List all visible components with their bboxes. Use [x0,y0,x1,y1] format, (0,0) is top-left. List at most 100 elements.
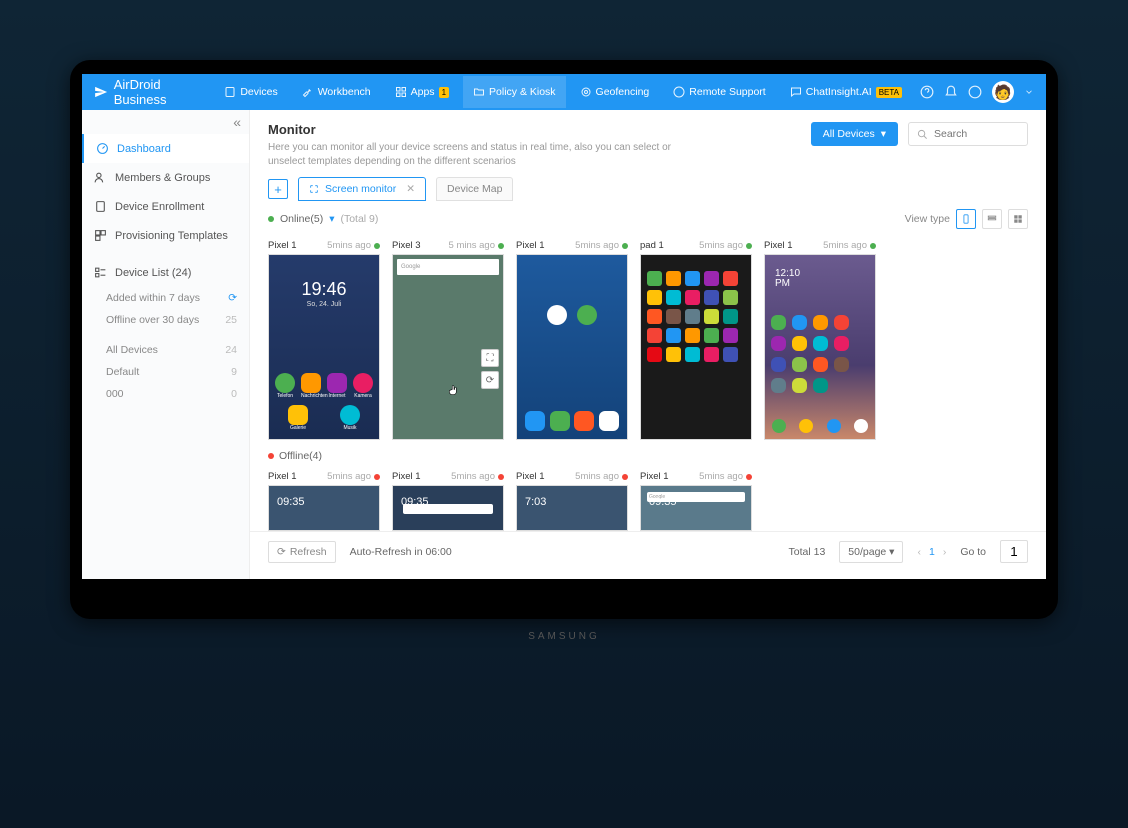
footer-bar: ⟳Refresh Auto-Refresh in 06:00 Total 13 … [250,531,1046,571]
online-dropdown[interactable]: ▾ [329,213,334,225]
sidebar-members[interactable]: Members & Groups [82,163,249,192]
target-icon [580,86,592,98]
next-page-button[interactable]: › [943,546,947,558]
sidebar-device-list[interactable]: Device List (24) [82,258,249,287]
offline-device-grid: Pixel 15mins ago Pixel 15mins ago Pixel … [250,468,1046,531]
online-status-dot [268,216,274,222]
nav-remote-support[interactable]: Remote Support [663,76,775,108]
device-screen[interactable]: Google [640,485,752,531]
collapse-sidebar[interactable]: « [82,110,249,134]
device-screen[interactable] [268,485,380,531]
tab-screen-monitor[interactable]: Screen monitor✕ [298,177,426,201]
device-card[interactable]: Pixel 15mins ago [764,237,876,440]
nav-devices[interactable]: Devices [214,76,287,108]
status-dot [870,243,876,249]
refresh-device-button[interactable]: ⟳ [481,371,499,389]
fullscreen-button[interactable]: ⛶ [481,349,499,367]
device-screen[interactable]: Google ⛶ ⟳ [392,254,504,440]
search-field[interactable] [934,128,1014,140]
user-avatar[interactable]: 🧑 [992,81,1014,103]
device-card[interactable]: Pixel 35 mins ago Google ⛶ ⟳ [392,237,504,440]
device-screen[interactable] [640,254,752,440]
templates-icon [94,229,107,242]
view-grid-button[interactable] [1008,209,1028,229]
device-card[interactable]: Pixel 15mins ago Google [640,468,752,531]
info-icon[interactable] [968,85,982,99]
apps-badge: 1 [439,87,449,98]
expand-icon [309,184,319,194]
offline-status-dot [268,453,274,459]
refresh-icon[interactable]: ⟳ [228,292,237,304]
status-dot [622,474,628,480]
cursor-hand-icon [447,383,461,397]
help-icon[interactable] [920,85,934,99]
view-list-button[interactable] [982,209,1002,229]
list-icon [94,266,107,279]
nav-workbench[interactable]: Workbench [292,76,381,108]
page-description: Here you can monitor all your device scr… [268,141,708,169]
folder-icon [473,86,485,98]
device-card[interactable]: Pixel 15mins ago Telefon Nachrichten Int… [268,237,380,440]
sidebar-dashboard[interactable]: Dashboard [82,134,249,163]
goto-label: Go to [960,546,986,558]
status-dot [374,243,380,249]
sidebar-000[interactable]: 0000 [82,383,249,405]
sidebar-all-devices[interactable]: All Devices24 [82,339,249,361]
device-screen[interactable] [392,485,504,531]
nav-policy-kiosk[interactable]: Policy & Kiosk [463,76,566,108]
goto-input[interactable] [1000,540,1028,563]
device-card[interactable]: Pixel 15mins ago [392,468,504,531]
refresh-button[interactable]: ⟳Refresh [268,541,336,563]
device-card[interactable]: Pixel 15mins ago [516,237,628,440]
device-screen[interactable]: Telefon Nachrichten Internet Kamera Gale… [268,254,380,440]
device-screen[interactable] [516,254,628,440]
sidebar-default[interactable]: Default9 [82,361,249,383]
status-dot [498,474,504,480]
search-icon [917,129,928,140]
total-label: Total 13 [789,546,826,558]
top-navbar: AirDroid Business Devices Workbench Apps… [82,74,1046,110]
nav-chatinsight[interactable]: ChatInsight.AIBETA [780,76,912,108]
chevron-down-icon: ▾ [881,128,886,140]
nav-apps[interactable]: Apps1 [385,76,459,108]
device-card[interactable]: Pixel 15mins ago [516,468,628,531]
tab-device-map[interactable]: Device Map [436,177,513,201]
prev-page-button[interactable]: ‹ [917,546,921,558]
main-content: Monitor Here you can monitor all your de… [250,110,1046,579]
chevron-down-icon[interactable] [1024,85,1034,99]
view-type-label: View type [905,213,950,225]
devices-icon [224,86,236,98]
enrollment-icon [94,200,107,213]
status-dot [374,474,380,480]
add-tab-button[interactable]: + [268,179,288,199]
current-page[interactable]: 1 [929,546,935,558]
nav-geofencing[interactable]: Geofencing [570,76,660,108]
monitor-brand-label: SAMSUNG [528,631,600,642]
page-size-select[interactable]: 50/page ▾ [839,541,903,563]
beta-badge: BETA [876,87,902,98]
online-device-grid: Pixel 15mins ago Telefon Nachrichten Int… [250,237,1046,440]
sidebar-enrollment[interactable]: Device Enrollment [82,192,249,221]
device-screen[interactable] [516,485,628,531]
status-dot [746,474,752,480]
device-card[interactable]: Pixel 15mins ago [268,468,380,531]
chat-icon [790,86,802,98]
sidebar-templates[interactable]: Provisioning Templates [82,221,249,250]
all-devices-button[interactable]: All Devices ▾ [811,122,898,146]
search-input[interactable] [908,122,1028,146]
headset-icon [673,86,685,98]
total-count: (Total 9) [340,213,378,225]
apps-icon [395,86,407,98]
status-dot [622,243,628,249]
sidebar-offline-30days[interactable]: Offline over 30 days25 [82,309,249,331]
device-card[interactable]: pad 15mins ago [640,237,752,440]
bell-icon[interactable] [944,85,958,99]
brand-logo[interactable]: AirDroid Business [94,77,192,107]
sidebar-added-7days[interactable]: Added within 7 days⟳ [82,287,249,309]
dashboard-icon [96,142,109,155]
device-screen[interactable] [764,254,876,440]
view-phone-button[interactable] [956,209,976,229]
status-dot [746,243,752,249]
users-icon [94,171,107,184]
close-tab-icon[interactable]: ✕ [406,183,415,195]
